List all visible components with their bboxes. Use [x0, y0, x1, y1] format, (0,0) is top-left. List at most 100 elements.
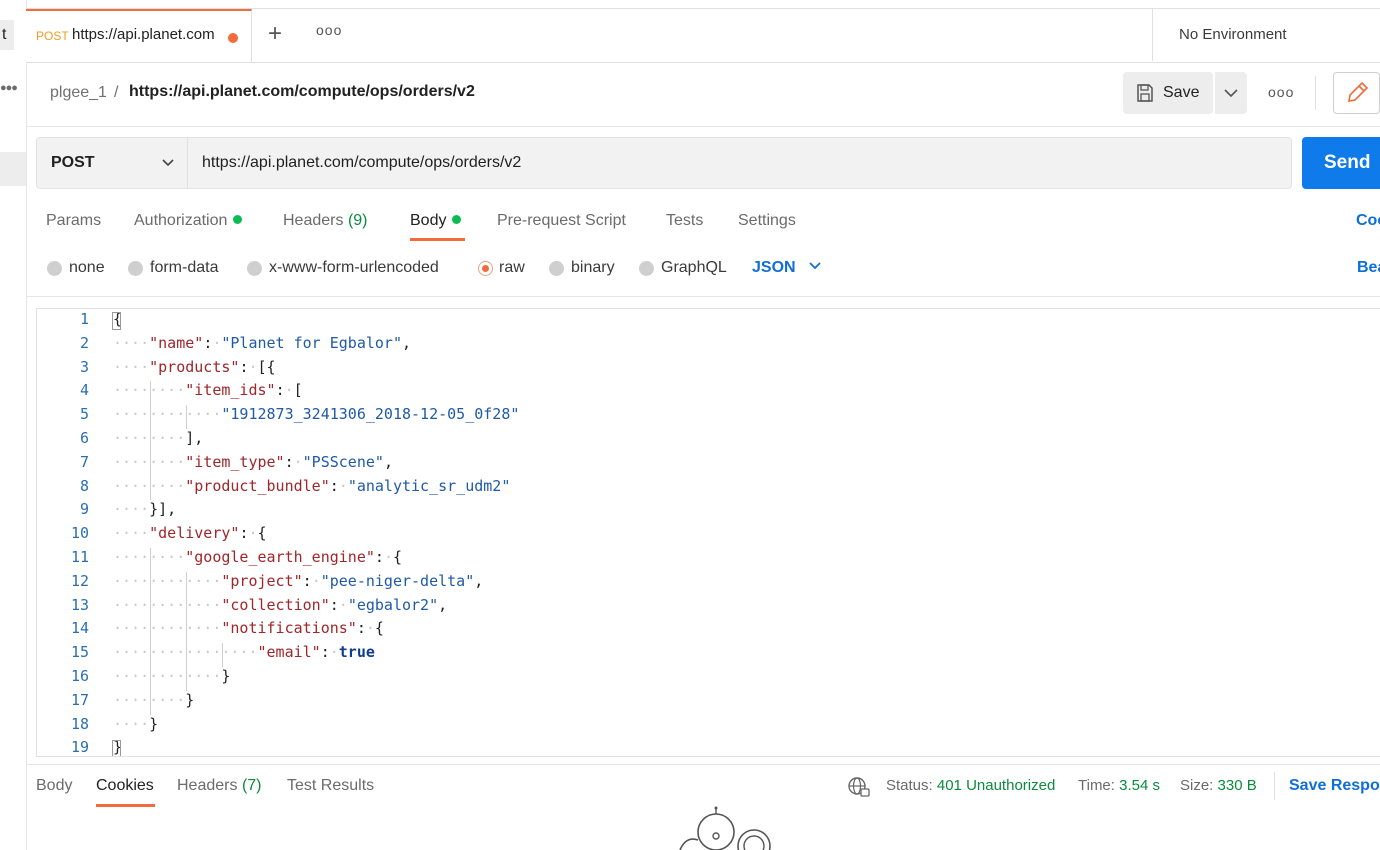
radio-binary-label[interactable]: binary	[571, 259, 615, 277]
save-response-button[interactable]: Save Respon	[1289, 777, 1380, 795]
tab-body[interactable]: Body	[410, 212, 462, 230]
request-more-icon[interactable]: ooo	[1268, 84, 1294, 100]
status-readout: Status: 401 Unauthorized	[886, 777, 1055, 794]
code-line[interactable]: ········"google_earth_engine":·{	[113, 548, 402, 566]
code-line[interactable]: ····"delivery":·{	[113, 524, 267, 542]
radio-form-data[interactable]	[128, 261, 143, 276]
radio-binary[interactable]	[549, 261, 564, 276]
radio-form-data-label[interactable]: form-data	[150, 259, 218, 277]
sidebar-more-icon[interactable]: ●●●	[0, 82, 18, 94]
code-line[interactable]: ················"email":·true	[113, 643, 375, 661]
tab-headers[interactable]: Headers (9)	[283, 212, 368, 230]
beautify-link[interactable]: Bea	[1357, 259, 1380, 277]
line-number: 4	[79, 381, 89, 400]
bracket-match-highlight	[112, 312, 121, 330]
code-line[interactable]: ····"products":·[{	[113, 358, 276, 376]
tab-tests[interactable]: Tests	[666, 212, 703, 230]
code-line[interactable]: ············"1912873_3241306_2018-12-05_…	[113, 405, 519, 423]
url-value: https://api.planet.com/compute/ops/order…	[202, 154, 522, 171]
tab-pre-request-script[interactable]: Pre-request Script	[497, 212, 626, 230]
url-input[interactable]: https://api.planet.com/compute/ops/order…	[188, 137, 1292, 189]
response-tab-cookies[interactable]: Cookies	[96, 777, 154, 795]
status-value[interactable]: 401 Unauthorized	[937, 777, 1055, 794]
response-tab-headers[interactable]: Headers (7)	[177, 777, 262, 795]
radio-none-label[interactable]: none	[69, 259, 105, 277]
line-number: 5	[79, 405, 89, 424]
save-options-button[interactable]	[1215, 72, 1247, 114]
cookies-link[interactable]: Coo	[1356, 212, 1380, 230]
astronaut-illustration-icon	[679, 806, 771, 850]
line-number: 19	[70, 738, 89, 757]
code-line[interactable]: ····}	[113, 715, 158, 733]
code-line[interactable]: ············"collection":·"egbalor2",	[113, 596, 447, 614]
save-disk-icon	[1137, 84, 1153, 102]
code-line[interactable]: ····}],	[113, 500, 176, 518]
language-label: JSON	[752, 259, 796, 276]
time-value[interactable]: 3.54 s	[1119, 777, 1160, 794]
code-editor[interactable]: 1 2 3 4 5 6 7 8 9 10 11 12 13 14 15 16 17 18 19 {····"name…	[36, 308, 1380, 757]
chevron-down-icon	[1224, 89, 1238, 98]
code-line[interactable]: ············"project":·"pee-niger-delta"…	[113, 572, 483, 590]
tab-more-icon[interactable]: ooo	[316, 22, 342, 38]
bracket-match-highlight	[112, 740, 121, 756]
radio-raw-label[interactable]: raw	[499, 259, 525, 277]
chevron-down-icon	[809, 262, 821, 270]
tab-headers-count: (9)	[347, 212, 368, 229]
line-number: 11	[70, 548, 89, 566]
size-label: Size:	[1180, 777, 1214, 794]
size-value[interactable]: 330 B	[1218, 777, 1257, 794]
header-divider-line	[26, 126, 1380, 127]
new-tab-plus-icon[interactable]: +	[268, 20, 282, 48]
line-number: 10	[70, 524, 89, 543]
line-number: 3	[79, 357, 89, 376]
time-readout: Time: 3.54 s	[1078, 777, 1160, 794]
line-number: 17	[70, 690, 89, 709]
response-tab-test-results[interactable]: Test Results	[287, 777, 374, 795]
code-line[interactable]: ········"item_type":·"PSScene",	[113, 453, 393, 471]
radio-raw[interactable]	[478, 261, 493, 276]
code-line[interactable]: ········"product_bundle":·"analytic_sr_u…	[113, 477, 510, 495]
environment-selector[interactable]: No Environment	[1152, 9, 1380, 61]
code-line[interactable]: ········"item_ids":·[	[113, 381, 303, 399]
auth-status-dot-icon	[233, 215, 243, 224]
line-number: 8	[79, 476, 89, 495]
method-label: POST	[51, 154, 95, 171]
response-tab-body[interactable]: Body	[36, 777, 72, 795]
tab-settings[interactable]: Settings	[738, 212, 796, 230]
line-number: 6	[79, 429, 89, 447]
save-button[interactable]: Save	[1123, 72, 1213, 114]
method-select[interactable]: POST	[36, 137, 188, 189]
radio-graphql[interactable]	[639, 261, 654, 276]
line-number: 9	[79, 500, 89, 519]
radio-urlencoded-label[interactable]: x-www-form-urlencoded	[269, 259, 439, 277]
code-line[interactable]: ············}	[113, 667, 230, 685]
tab-authorization[interactable]: Authorization	[134, 212, 243, 230]
language-select[interactable]: JSON	[752, 259, 822, 277]
tab-params[interactable]: Params	[46, 212, 101, 230]
indent-guide	[150, 381, 152, 501]
globe-network-icon[interactable]	[847, 776, 871, 798]
sidebar-selected-item[interactable]	[0, 152, 26, 186]
code-line[interactable]: ····"name":·"Planet for Egbalor",	[113, 334, 411, 352]
line-number: 15	[70, 643, 89, 662]
breadcrumb-separator: /	[114, 84, 119, 101]
code-line[interactable]: ········}	[113, 691, 194, 709]
sidebar-collapsed-label[interactable]: t	[0, 20, 14, 50]
code-line[interactable]: ············"notifications":·{	[113, 619, 384, 637]
request-title[interactable]: https://api.planet.com/compute/ops/order…	[129, 83, 475, 101]
edit-button[interactable]	[1333, 72, 1380, 114]
indent-guide	[186, 571, 188, 691]
radio-urlencoded[interactable]	[247, 261, 262, 276]
breadcrumb-collection[interactable]: plgee_1	[50, 84, 107, 102]
code-line[interactable]: ········],	[113, 429, 203, 447]
line-number: 7	[79, 452, 89, 471]
radio-graphql-label[interactable]: GraphQL	[661, 259, 727, 277]
tab-authorization-label: Authorization	[134, 212, 228, 229]
line-number: 12	[70, 571, 89, 590]
line-number: 18	[70, 714, 89, 733]
line-number: 13	[70, 595, 89, 614]
request-tab-active[interactable]: POST https://api.planet.com	[26, 9, 252, 62]
indent-guide	[222, 643, 224, 667]
send-button[interactable]: Send	[1302, 137, 1380, 189]
radio-none[interactable]	[47, 261, 62, 276]
